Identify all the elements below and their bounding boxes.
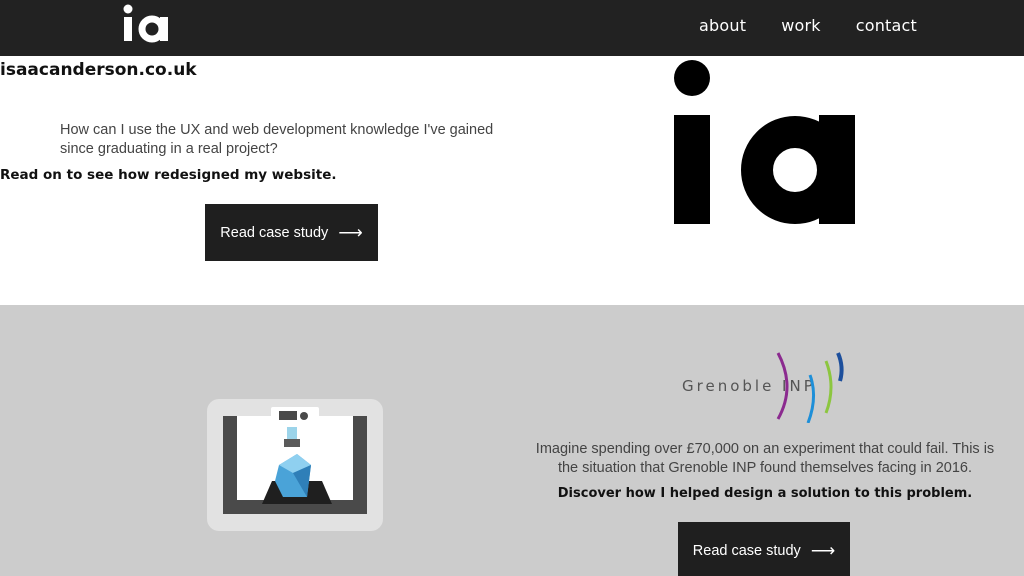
project-description: Imagine spending over £70,000 on an expe… bbox=[535, 441, 995, 476]
project-cta-text: Discover how I helped design a solution … bbox=[557, 486, 973, 501]
project-description: How can I use the UX and web development… bbox=[60, 122, 494, 157]
website-case-study-section: isaacanderson.co.uk How can I use the UX… bbox=[0, 56, 1024, 305]
project-title: isaacanderson.co.uk bbox=[0, 60, 197, 80]
arrow-right-icon: ⟶ bbox=[338, 222, 363, 242]
ia-logo[interactable] bbox=[122, 2, 172, 46]
grenoble-case-study-section: Grenoble INP Imagine spending over £70,0… bbox=[0, 305, 1024, 576]
button-label: Read case study bbox=[220, 224, 329, 241]
nav-link-work[interactable]: work bbox=[781, 16, 821, 35]
nav-link-about[interactable]: about bbox=[699, 16, 746, 35]
top-navbar: about work contact bbox=[0, 0, 1024, 56]
arrow-right-icon: ⟶ bbox=[810, 540, 836, 560]
ia-large-logo bbox=[674, 60, 855, 224]
grenoble-wordmark: Grenoble INP bbox=[682, 377, 816, 395]
read-case-study-button[interactable]: Read case study ⟶ bbox=[678, 522, 850, 576]
grenoble-inp-logo: Grenoble INP bbox=[676, 347, 856, 424]
project-cta-text: Read on to see how redesigned my website… bbox=[0, 167, 337, 183]
button-label: Read case study bbox=[692, 542, 801, 559]
main-nav: about work contact bbox=[699, 16, 917, 35]
read-case-study-button[interactable]: Read case study ⟶ bbox=[205, 204, 378, 261]
nav-link-contact[interactable]: contact bbox=[856, 16, 917, 35]
3d-printer-illustration bbox=[207, 399, 383, 531]
